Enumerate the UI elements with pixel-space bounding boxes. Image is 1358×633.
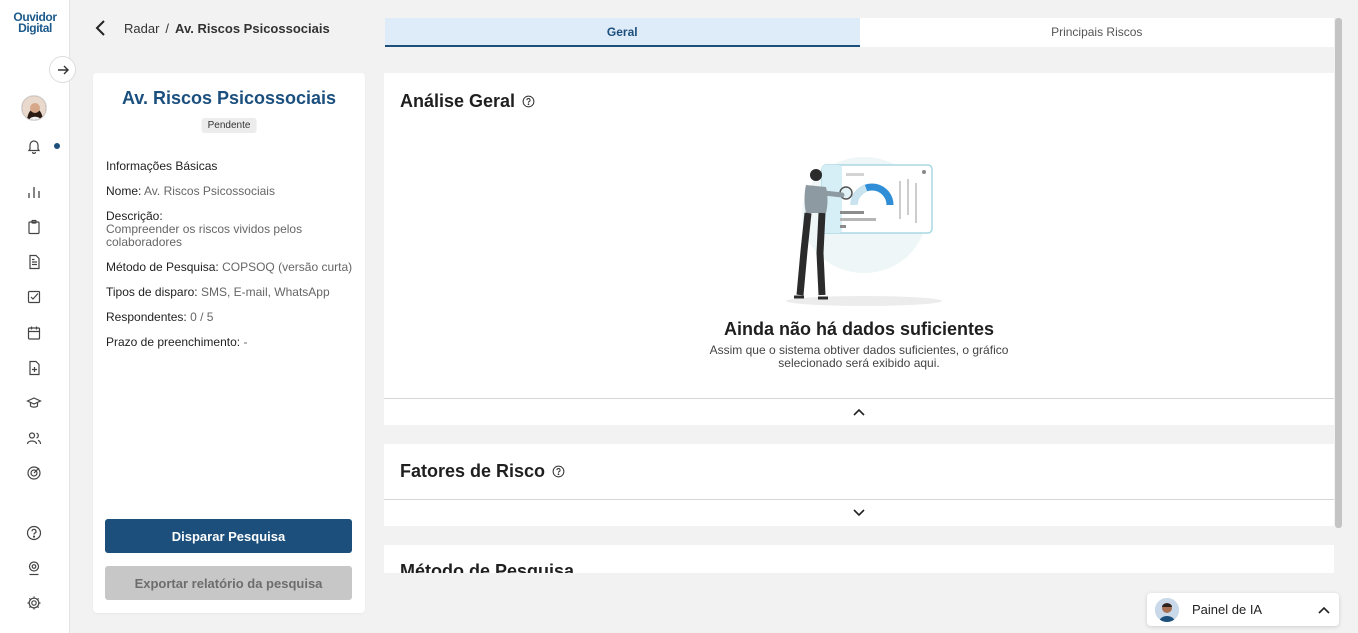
risk-factors-panel: Fatores de Risco bbox=[384, 444, 1334, 526]
info-deadline-row: Prazo de preenchimento: - bbox=[106, 335, 356, 349]
ai-panel[interactable]: Painel de IA bbox=[1147, 593, 1339, 626]
main-content[interactable]: Análise Geral Ainda não há dados suficie… bbox=[384, 73, 1334, 573]
sidebar: Ouvidor Digital bbox=[0, 0, 70, 633]
tab-principais-riscos[interactable]: Principais Riscos bbox=[860, 18, 1335, 47]
checkbox-icon[interactable] bbox=[23, 286, 45, 308]
analysis-panel: Análise Geral Ainda não há dados suficie… bbox=[384, 73, 1334, 425]
collapse-analysis-button[interactable] bbox=[384, 398, 1334, 424]
info-method-value: COPSOQ (versão curta) bbox=[222, 260, 353, 274]
help-circle-icon[interactable] bbox=[23, 522, 45, 544]
survey-info-card: Av. Riscos Psicossociais Pendente Inform… bbox=[93, 73, 365, 613]
tabs: Geral Principais Riscos bbox=[385, 18, 1334, 47]
breadcrumb: Radar / Av. Riscos Psicossociais bbox=[94, 16, 330, 40]
chevron-left-icon bbox=[95, 20, 105, 36]
breadcrumb-parent[interactable]: Radar bbox=[124, 21, 159, 36]
breadcrumb-separator: / bbox=[165, 20, 170, 36]
gear-icon[interactable] bbox=[23, 592, 45, 614]
scrollbar[interactable] bbox=[1335, 18, 1342, 528]
radar-icon[interactable] bbox=[23, 462, 45, 484]
info-name-label: Nome: bbox=[106, 184, 142, 198]
calendar-icon[interactable] bbox=[23, 322, 45, 344]
status-badge: Pendente bbox=[201, 118, 257, 133]
method-title-wrap: Método de Pesquisa bbox=[400, 561, 574, 573]
info-respondents-row: Respondentes: 0 / 5 bbox=[106, 310, 356, 324]
users-icon[interactable] bbox=[23, 427, 45, 449]
survey-title: Av. Riscos Psicossociais bbox=[121, 88, 337, 108]
file-add-icon[interactable] bbox=[23, 357, 45, 379]
graduation-cap-icon[interactable] bbox=[23, 392, 45, 414]
document-icon[interactable] bbox=[23, 251, 45, 273]
ai-panel-label: Painel de IA bbox=[1192, 602, 1263, 617]
bar-chart-icon[interactable] bbox=[23, 181, 45, 203]
info-trigger-row: Tipos de disparo: SMS, E-mail, WhatsApp bbox=[106, 285, 356, 299]
send-survey-button[interactable]: Disparar Pesquisa bbox=[105, 519, 352, 553]
info-respondents-value: 0 / 5 bbox=[190, 310, 214, 324]
info-trigger-label: Tipos de disparo: bbox=[106, 285, 198, 299]
breadcrumb-current: Av. Riscos Psicossociais bbox=[175, 20, 330, 36]
help-icon[interactable] bbox=[552, 465, 565, 478]
empty-state-illustration bbox=[786, 157, 942, 306]
risk-factors-title: Fatores de Risco bbox=[400, 461, 546, 481]
info-description-row: Descrição: Compreender os riscos vividos… bbox=[106, 209, 356, 249]
basic-info-section: Informações Básicas Nome: Av. Riscos Psi… bbox=[106, 159, 356, 360]
chevron-down-icon bbox=[853, 508, 865, 516]
method-panel: Método de Pesquisa bbox=[384, 545, 1334, 573]
bell-icon[interactable] bbox=[23, 135, 45, 157]
info-description-label: Descrição: bbox=[106, 209, 163, 223]
analysis-title: Análise Geral bbox=[400, 91, 516, 111]
empty-state-title: Ainda não há dados suficientes bbox=[723, 319, 995, 339]
info-deadline-value: - bbox=[243, 335, 248, 349]
analysis-title-wrap: Análise Geral bbox=[400, 91, 535, 112]
chevron-up-icon[interactable] bbox=[1317, 605, 1331, 615]
user-avatar[interactable] bbox=[21, 95, 47, 121]
clipboard-icon[interactable] bbox=[23, 216, 45, 238]
expand-sidebar-button[interactable] bbox=[49, 56, 76, 83]
location-pin-icon[interactable] bbox=[23, 557, 45, 579]
basic-info-heading: Informações Básicas bbox=[106, 159, 218, 173]
empty-state-description: Assim que o sistema obtiver dados sufici… bbox=[709, 343, 1009, 370]
export-report-button: Exportar relatório da pesquisa bbox=[105, 566, 352, 600]
info-deadline-label: Prazo de preenchimento: bbox=[106, 335, 241, 349]
info-respondents-label: Respondentes: bbox=[106, 310, 187, 324]
brand-line-2: Digital bbox=[18, 21, 52, 35]
info-name-row: Nome: Av. Riscos Psicossociais bbox=[106, 184, 356, 198]
info-method-row: Método de Pesquisa: COPSOQ (versão curta… bbox=[106, 260, 356, 274]
ai-avatar bbox=[1155, 597, 1179, 622]
method-title: Método de Pesquisa bbox=[400, 561, 575, 573]
arrow-right-icon bbox=[57, 65, 69, 74]
info-trigger-value: SMS, E-mail, WhatsApp bbox=[200, 285, 330, 299]
chevron-up-icon bbox=[853, 408, 865, 416]
tab-geral[interactable]: Geral bbox=[385, 18, 860, 47]
help-icon[interactable] bbox=[522, 95, 535, 108]
notification-dot bbox=[54, 143, 60, 149]
risk-factors-title-wrap: Fatores de Risco bbox=[400, 461, 565, 482]
back-button[interactable] bbox=[94, 16, 112, 40]
brand-logo[interactable]: Ouvidor Digital bbox=[10, 11, 60, 35]
info-method-label: Método de Pesquisa: bbox=[106, 260, 219, 274]
info-name-value: Av. Riscos Psicossociais bbox=[144, 184, 275, 198]
info-description-value: Compreender os riscos vividos pelos cola… bbox=[106, 222, 303, 249]
expand-risk-factors-button[interactable] bbox=[384, 499, 1334, 525]
